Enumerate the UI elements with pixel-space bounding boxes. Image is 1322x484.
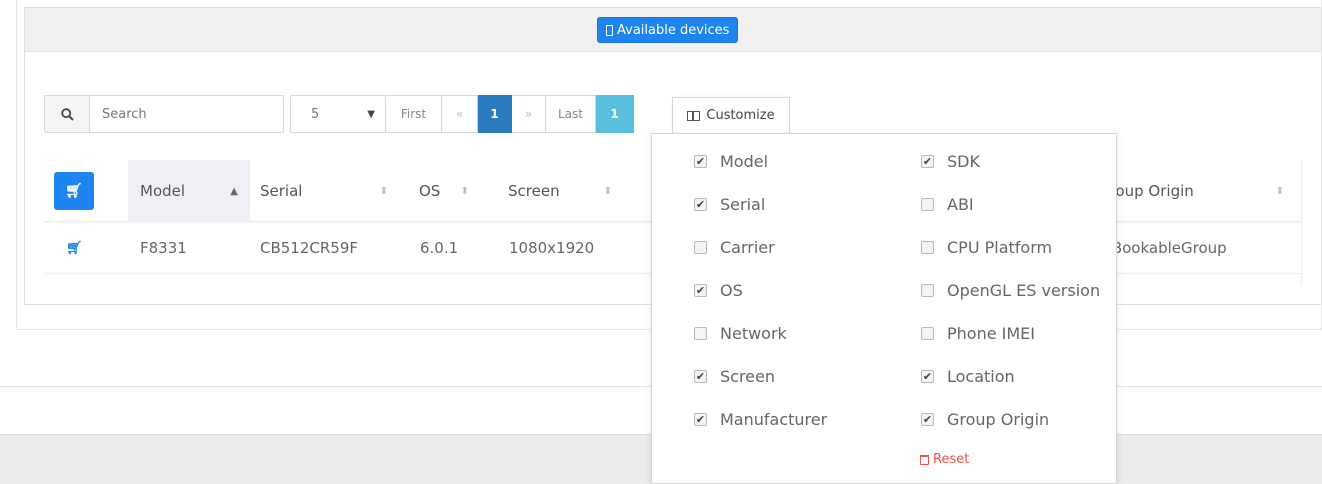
next-page-button[interactable]: »	[512, 95, 546, 133]
checkbox[interactable]	[694, 241, 707, 254]
column-header-os[interactable]: OS ⬍	[409, 160, 479, 222]
column-toggle-label: Carrier	[720, 238, 775, 257]
column-toggle-label: Group Origin	[947, 410, 1050, 429]
column-toggle-os[interactable]: ✔ OS	[694, 281, 743, 300]
page-size-value: 5	[311, 106, 320, 122]
book-device-button[interactable]: 🛒︎	[66, 222, 83, 274]
panel-heading: Available devices	[25, 8, 1321, 52]
column-toggle-label: Model	[720, 152, 769, 171]
trash-icon	[920, 454, 929, 465]
available-devices-button[interactable]: Available devices	[597, 17, 739, 43]
column-toggle-label: Location	[947, 367, 1015, 386]
checkbox[interactable]: ✔	[694, 198, 707, 211]
cell-model: F8331	[140, 239, 187, 257]
cell-serial: CB512CR59F	[260, 239, 359, 257]
column-toggle-label: OpenGL ES version	[947, 281, 1101, 300]
search-group	[44, 95, 284, 133]
column-toggle-label: ABI	[947, 195, 974, 214]
checkbox[interactable]: ✔	[921, 370, 934, 383]
sort-icon: ⬍	[460, 185, 469, 197]
columns-icon	[687, 110, 701, 121]
checkbox[interactable]	[694, 327, 707, 340]
cart-icon: 🛒︎	[65, 183, 83, 199]
prev-page-button[interactable]: «	[442, 95, 478, 133]
cell-screen: 1080x1920	[509, 239, 595, 257]
column-toggle-label: OS	[720, 281, 743, 300]
column-toggle-network[interactable]: Network	[694, 324, 787, 343]
column-toggle-phone-imei[interactable]: Phone IMEI	[921, 324, 1035, 343]
cart-icon: 🛒︎	[66, 240, 83, 256]
column-toggle-manufacturer[interactable]: ✔ Manufacturer	[694, 410, 827, 429]
reset-button[interactable]: Reset	[920, 452, 969, 467]
column-toggle-serial[interactable]: ✔ Serial	[694, 195, 765, 214]
checkbox[interactable]	[921, 284, 934, 297]
sort-icon: ⬍	[1275, 185, 1284, 197]
column-header-screen[interactable]: Screen ⬍	[498, 160, 622, 222]
search-icon	[45, 96, 90, 132]
column-toggle-label: Manufacturer	[720, 410, 828, 429]
checkbox[interactable]: ✔	[921, 155, 934, 168]
column-toggle-cpu-platform[interactable]: CPU Platform	[921, 238, 1052, 257]
first-page-button[interactable]: First	[386, 95, 442, 133]
column-header-model[interactable]: Model ▲	[128, 160, 250, 222]
column-toggle-abi[interactable]: ABI	[921, 195, 974, 214]
checkbox[interactable]	[921, 198, 934, 211]
column-header-group-origin[interactable]: Group Origin ⬍	[1086, 160, 1296, 222]
column-toggle-model[interactable]: ✔ Model	[694, 152, 768, 171]
column-header-serial[interactable]: Serial ⬍	[250, 160, 398, 222]
sort-asc-icon: ▲	[230, 185, 238, 197]
checkbox[interactable]	[921, 327, 934, 340]
checkbox[interactable]: ✔	[921, 413, 934, 426]
phone-icon	[606, 24, 613, 36]
column-toggle-carrier[interactable]: Carrier	[694, 238, 775, 257]
column-toggle-sdk[interactable]: ✔ SDK	[921, 152, 980, 171]
pagination: First « 1 » Last 1	[386, 95, 634, 133]
column-toggle-label: Network	[720, 324, 787, 343]
total-pages-badge: 1	[596, 95, 634, 133]
cell-os: 6.0.1	[420, 239, 459, 257]
customize-dropdown: Reset ✔ Model ✔ Serial Carrier ✔ OS Network ✔ Scr…	[651, 133, 1117, 484]
customize-label: Customize	[706, 108, 775, 123]
available-devices-label: Available devices	[617, 22, 730, 38]
column-toggle-location[interactable]: ✔ Location	[921, 367, 1015, 386]
checkbox[interactable]	[921, 241, 934, 254]
page-size-select[interactable]: 5 ▼	[290, 95, 386, 133]
column-toggle-screen[interactable]: ✔ Screen	[694, 367, 775, 386]
current-page-button[interactable]: 1	[478, 95, 512, 133]
column-toggle-label: Serial	[720, 195, 766, 214]
column-toggle-label: Screen	[720, 367, 776, 386]
search-input[interactable]	[90, 96, 280, 132]
sort-icon: ⬍	[603, 185, 612, 197]
reset-label: Reset	[933, 452, 970, 467]
column-toggle-group-origin[interactable]: ✔ Group Origin	[921, 410, 1049, 429]
checkbox[interactable]: ✔	[694, 413, 707, 426]
column-toggle-label: SDK	[947, 152, 980, 171]
column-toggle-label: Phone IMEI	[947, 324, 1035, 343]
customize-button[interactable]: Customize	[672, 97, 790, 133]
column-toggle-opengl-es-version[interactable]: OpenGL ES version	[921, 281, 1100, 300]
checkbox[interactable]: ✔	[694, 284, 707, 297]
column-toggle-label: CPU Platform	[947, 238, 1053, 257]
book-all-button[interactable]: 🛒︎	[54, 172, 94, 210]
last-page-button[interactable]: Last	[546, 95, 596, 133]
caret-down-icon: ▼	[367, 108, 375, 120]
sort-icon: ⬍	[379, 185, 388, 197]
checkbox[interactable]: ✔	[694, 155, 707, 168]
checkbox[interactable]: ✔	[694, 370, 707, 383]
